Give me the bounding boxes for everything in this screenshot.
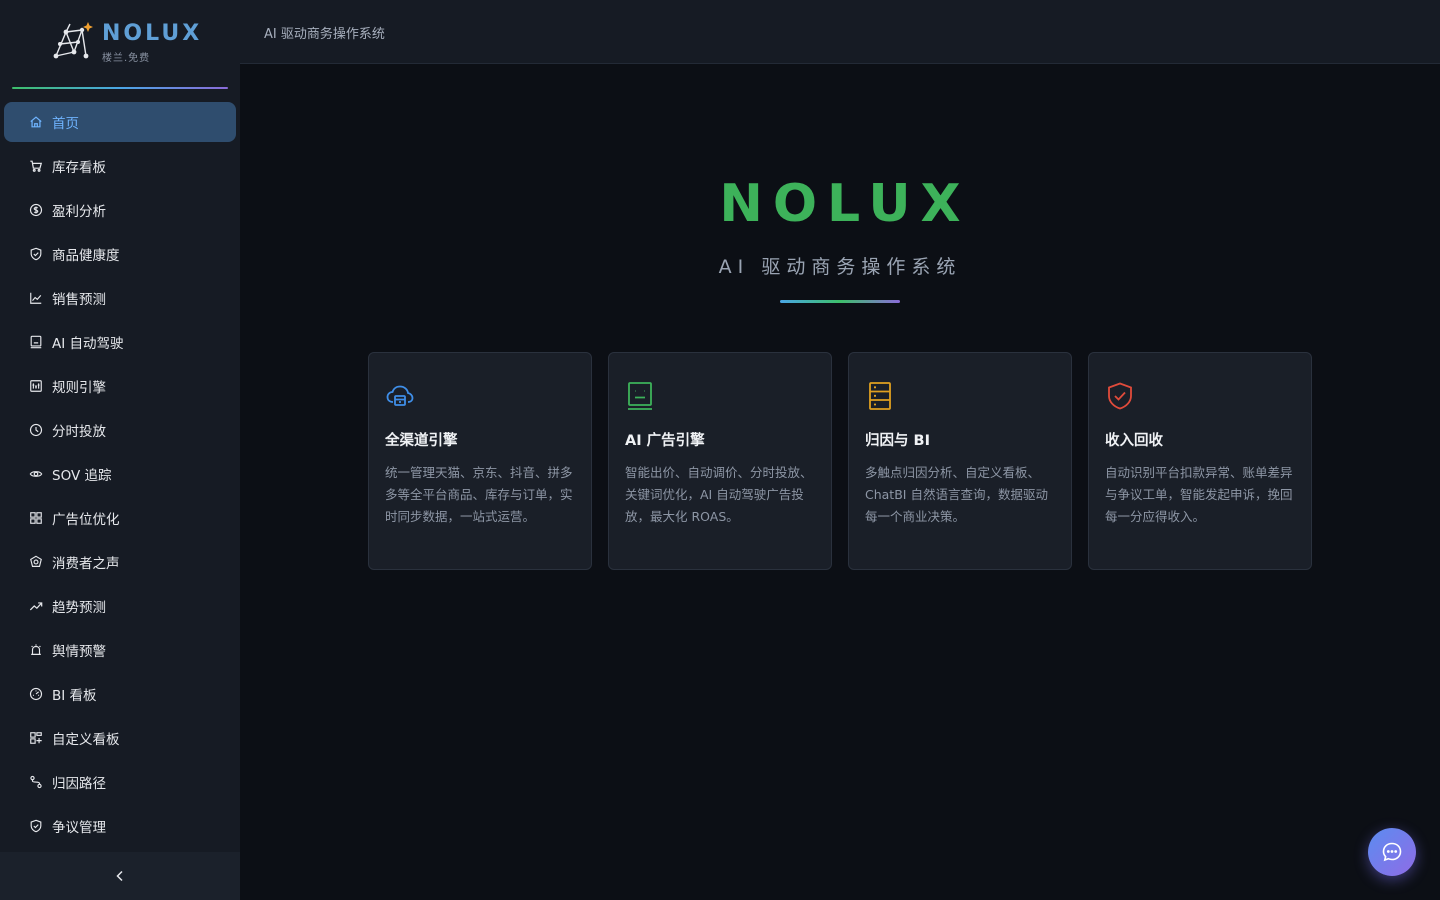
sidebar-item-label: SOV 追踪 [52,468,112,484]
chevron-left-icon [116,870,123,882]
hero-divider [780,300,900,303]
sidebar: NOLUX 楼兰.免费 首页 库存看板 盈利分析 商品健康度 销售预测 AI 自… [0,0,240,900]
feature-cards: 全渠道引擎 统一管理天猫、京东、抖音、拼多多等全平台商品、库存与订单，实时同步数… [368,352,1312,570]
cloud-store-icon [386,385,414,406]
sidebar-item-sov-tracking[interactable]: SOV 追踪 [4,454,236,494]
feature-card-omnichannel[interactable]: 全渠道引擎 统一管理天猫、京东、抖音、拼多多等全平台商品、库存与订单，实时同步数… [368,352,592,570]
sidebar-menu: 首页 库存看板 盈利分析 商品健康度 销售预测 AI 自动驾驶 规则引擎 分时投… [4,102,236,850]
clock-icon [28,422,44,438]
feature-card-revenue-recovery[interactable]: 收入回收 自动识别平台扣款异常、账单差异与争议工单，智能发起申诉，挽回每一分应得… [1088,352,1312,570]
card-title: 收入回收 [1105,433,1163,449]
sidebar-item-dispute-management[interactable]: 争议管理 [4,806,236,846]
hero-title: NOLUX [719,174,971,234]
line-chart-icon [28,290,44,306]
home-icon [28,114,44,130]
sidebar-item-custom-board[interactable]: 自定义看板 [4,718,236,758]
sidebar-item-label: 规则引擎 [52,380,106,396]
card-title: 归因与 BI [865,433,930,449]
topbar-title: AI 驱动商务操作系统 [264,27,385,42]
sidebar-collapse-button[interactable] [0,852,240,900]
sidebar-item-ad-placement[interactable]: 广告位优化 [4,498,236,538]
card-title: 全渠道引擎 [385,433,458,449]
sidebar-item-label: 商品健康度 [52,248,120,264]
sidebar-item-label: 广告位优化 [52,512,120,528]
sidebar-item-rules-engine[interactable]: 规则引擎 [4,366,236,406]
dashboard-icon [28,686,44,702]
brand-divider [12,87,228,89]
sidebar-item-label: 争议管理 [52,820,106,836]
sidebar-item-label: 分时投放 [52,424,106,440]
card-description: 多触点归因分析、自定义看板、ChatBI 自然语言查询，数据驱动每一个商业决策。 [865,465,1048,524]
rules-icon [28,378,44,394]
sidebar-item-bi-board[interactable]: BI 看板 [4,674,236,714]
hero-subtitle: AI 驱动商务操作系统 [718,256,962,278]
card-title: AI 广告引擎 [625,433,705,449]
custom-board-icon [28,730,44,746]
sidebar-item-label: 首页 [52,116,79,132]
sidebar-item-sales-forecast[interactable]: 销售预测 [4,278,236,318]
sidebar-item-attribution-path[interactable]: 归因路径 [4,762,236,802]
brand-logo-icon [53,22,93,59]
robot-icon [28,334,44,350]
brand-subtitle: 楼兰.免费 [102,53,151,64]
path-icon [28,774,44,790]
sidebar-item-inventory[interactable]: 库存看板 [4,146,236,186]
robot-icon [628,382,652,410]
trend-icon [28,598,44,614]
dollar-circle-icon [28,202,44,218]
sidebar-item-label: 自定义看板 [52,732,120,748]
sidebar-item-dayparting[interactable]: 分时投放 [4,410,236,450]
chat-bubble-icon [1382,842,1402,862]
card-description: 统一管理天猫、京东、抖音、拼多多等全平台商品、库存与订单，实时同步数据，一站式运… [385,465,573,524]
feature-card-attribution-bi[interactable]: 归因与 BI 多触点归因分析、自定义看板、ChatBI 自然语言查询，数据驱动每… [848,352,1072,570]
shield-check-icon [1108,382,1132,410]
sidebar-item-label: 趋势预测 [52,600,106,616]
sidebar-item-label: AI 自动驾驶 [52,336,124,352]
card-description: 智能出价、自动调价、分时投放、关键词优化，AI 自动驾驶广告投放，最大化 ROA… [625,465,813,524]
grid-icon [28,510,44,526]
sidebar-item-label: 库存看板 [52,160,106,176]
sidebar-item-label: 盈利分析 [52,204,106,220]
sidebar-item-label: BI 看板 [52,688,97,704]
brand-name: NOLUX [102,21,203,46]
feature-card-ai-ads[interactable]: AI 广告引擎 智能出价、自动调价、分时投放、关键词优化，AI 自动驾驶广告投放… [608,352,832,570]
sidebar-item-trend-forecast[interactable]: 趋势预测 [4,586,236,626]
topbar: AI 驱动商务操作系统 [240,0,1440,64]
sidebar-item-profit[interactable]: 盈利分析 [4,190,236,230]
sidebar-item-ai-autopilot[interactable]: AI 自动驾驶 [4,322,236,362]
eye-icon [28,466,44,482]
shield-icon [28,818,44,834]
sidebar-item-label: 销售预测 [52,292,106,308]
sidebar-item-voice-of-customer[interactable]: 消费者之声 [4,542,236,582]
main-content: NOLUX AI 驱动商务操作系统 全渠道引擎 统一管理天猫、京东、抖音、拼多多… [240,64,1440,900]
shield-check-icon [28,246,44,262]
sidebar-item-label: 舆情预警 [52,644,106,660]
brand[interactable]: NOLUX 楼兰.免费 [0,0,240,92]
sidebar-item-label: 归因路径 [52,776,106,792]
cart-icon [28,158,44,174]
server-icon [869,382,891,410]
app-root: NOLUX 楼兰.免费 首页 库存看板 盈利分析 商品健康度 销售预测 AI 自… [0,0,1440,900]
sidebar-item-sentiment-alert[interactable]: 舆情预警 [4,630,236,670]
alert-bell-icon [28,642,44,658]
card-description: 自动识别平台扣款异常、账单差异与争议工单，智能发起申诉，挽回每一分应得收入。 [1105,465,1293,524]
sidebar-item-label: 消费者之声 [52,556,120,572]
chat-assistant-button[interactable] [1368,828,1416,876]
voice-icon [28,554,44,570]
sidebar-item-home[interactable]: 首页 [4,102,236,142]
sidebar-item-product-health[interactable]: 商品健康度 [4,234,236,274]
